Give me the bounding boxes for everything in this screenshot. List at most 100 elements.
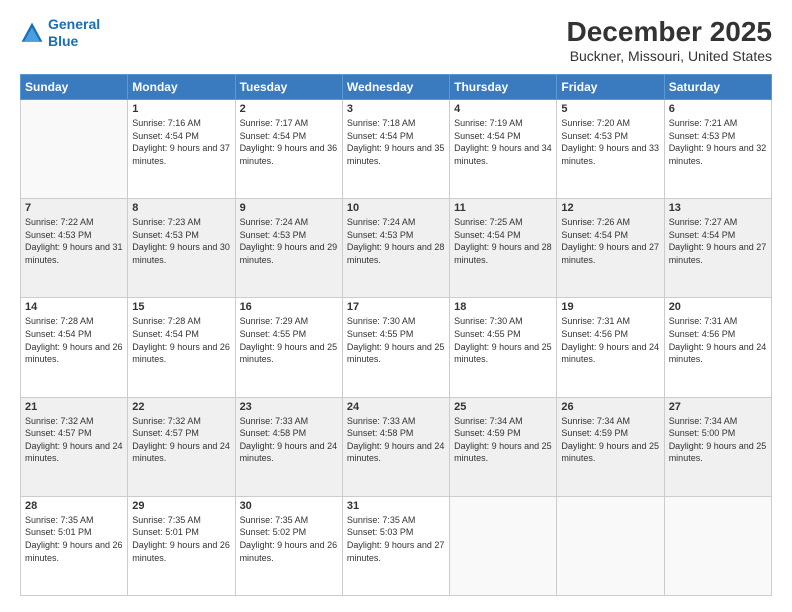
day-info: Sunrise: 7:34 AMSunset: 5:00 PMDaylight:…: [669, 415, 767, 465]
table-row: 11Sunrise: 7:25 AMSunset: 4:54 PMDayligh…: [450, 199, 557, 298]
day-number: 19: [561, 301, 659, 313]
day-info: Sunrise: 7:20 AMSunset: 4:53 PMDaylight:…: [561, 117, 659, 167]
table-row: 13 Sunrise: 7:27 AMSunset: 4:54 PMDayligh…: [664, 199, 771, 298]
table-row: 5 Sunrise: 7:20 AMSunset: 4:53 PMDaylight…: [557, 100, 664, 199]
day-number: 29: [132, 500, 230, 512]
day-number: 17: [347, 301, 445, 313]
day-info: Sunrise: 7:32 AMSunset: 4:57 PMDaylight:…: [25, 415, 123, 465]
table-row: 17 Sunrise: 7:30 AMSunset: 4:55 PMDayligh…: [342, 298, 449, 397]
day-info: Sunrise: 7:31 AMSunset: 4:56 PMDaylight:…: [561, 315, 659, 365]
day-info: Sunrise: 7:28 AMSunset: 4:54 PMDaylight:…: [25, 315, 123, 365]
day-number: 3: [347, 103, 445, 115]
page: General Blue December 2025 Buckner, Miss…: [0, 0, 792, 612]
col-friday: Friday: [557, 75, 664, 100]
table-row: 23 Sunrise: 7:33 AMSunset: 4:58 PMDayligh…: [235, 397, 342, 496]
day-info: Sunrise: 7:34 AMSunset: 4:59 PMDaylight:…: [561, 415, 659, 465]
col-thursday: Thursday: [450, 75, 557, 100]
day-number: 9: [240, 202, 338, 214]
calendar-table: Sunday Monday Tuesday Wednesday Thursday…: [20, 74, 772, 596]
col-sunday: Sunday: [21, 75, 128, 100]
table-row: 27 Sunrise: 7:34 AMSunset: 5:00 PMDayligh…: [664, 397, 771, 496]
location: Buckner, Missouri, United States: [567, 48, 772, 64]
logo-line2: Blue: [48, 33, 78, 49]
day-info: Sunrise: 7:21 AMSunset: 4:53 PMDaylight:…: [669, 117, 767, 167]
day-number: 26: [561, 401, 659, 413]
logo-icon: [20, 21, 44, 45]
col-wednesday: Wednesday: [342, 75, 449, 100]
day-info: Sunrise: 7:35 AMSunset: 5:02 PMDaylight:…: [240, 514, 338, 564]
day-number: 24: [347, 401, 445, 413]
day-info: Sunrise: 7:29 AMSunset: 4:55 PMDaylight:…: [240, 315, 338, 365]
table-row: 15Sunrise: 7:28 AMSunset: 4:54 PMDayligh…: [128, 298, 235, 397]
calendar-week-row: 28 Sunrise: 7:35 AMSunset: 5:01 PMDayligh…: [21, 496, 772, 595]
table-row: 19 Sunrise: 7:31 AMSunset: 4:56 PMDayligh…: [557, 298, 664, 397]
table-row: 8Sunrise: 7:23 AMSunset: 4:53 PMDaylight…: [128, 199, 235, 298]
day-number: 18: [454, 301, 552, 313]
day-number: 10: [347, 202, 445, 214]
day-info: Sunrise: 7:34 AMSunset: 4:59 PMDaylight:…: [454, 415, 552, 465]
table-row: 28Sunrise: 7:35 AMSunset: 5:01 PMDayligh…: [21, 496, 128, 595]
day-info: Sunrise: 7:24 AMSunset: 4:53 PMDaylight:…: [347, 216, 445, 266]
day-info: Sunrise: 7:24 AMSunset: 4:53 PMDaylight:…: [240, 216, 338, 266]
day-info: Sunrise: 7:17 AMSunset: 4:54 PMDaylight:…: [240, 117, 338, 167]
table-row: 3 Sunrise: 7:18 AMSunset: 4:54 PMDaylight…: [342, 100, 449, 199]
day-number: 16: [240, 301, 338, 313]
day-info: Sunrise: 7:19 AMSunset: 4:54 PMDaylight:…: [454, 117, 552, 167]
day-number: 27: [669, 401, 767, 413]
day-number: 13: [669, 202, 767, 214]
calendar-week-row: 1Sunrise: 7:16 AMSunset: 4:54 PMDaylight…: [21, 100, 772, 199]
day-number: 20: [669, 301, 767, 313]
table-row: 9 Sunrise: 7:24 AMSunset: 4:53 PMDaylight…: [235, 199, 342, 298]
day-info: Sunrise: 7:18 AMSunset: 4:54 PMDaylight:…: [347, 117, 445, 167]
day-number: 31: [347, 500, 445, 512]
table-row: 10 Sunrise: 7:24 AMSunset: 4:53 PMDayligh…: [342, 199, 449, 298]
col-saturday: Saturday: [664, 75, 771, 100]
month-title: December 2025: [567, 16, 772, 48]
day-info: Sunrise: 7:16 AMSunset: 4:54 PMDaylight:…: [132, 117, 230, 167]
day-number: 15: [132, 301, 230, 313]
day-info: Sunrise: 7:30 AMSunset: 4:55 PMDaylight:…: [454, 315, 552, 365]
table-row: 25 Sunrise: 7:34 AMSunset: 4:59 PMDayligh…: [450, 397, 557, 496]
day-info: Sunrise: 7:30 AMSunset: 4:55 PMDaylight:…: [347, 315, 445, 365]
day-number: 14: [25, 301, 123, 313]
day-info: Sunrise: 7:33 AMSunset: 4:58 PMDaylight:…: [240, 415, 338, 465]
day-info: Sunrise: 7:33 AMSunset: 4:58 PMDaylight:…: [347, 415, 445, 465]
day-info: Sunrise: 7:23 AMSunset: 4:53 PMDaylight:…: [132, 216, 230, 266]
table-row: 1Sunrise: 7:16 AMSunset: 4:54 PMDaylight…: [128, 100, 235, 199]
table-row: 26 Sunrise: 7:34 AMSunset: 4:59 PMDayligh…: [557, 397, 664, 496]
table-row: 24 Sunrise: 7:33 AMSunset: 4:58 PMDayligh…: [342, 397, 449, 496]
logo: General Blue: [20, 16, 100, 50]
day-info: Sunrise: 7:35 AMSunset: 5:03 PMDaylight:…: [347, 514, 445, 564]
logo-text: General Blue: [48, 16, 100, 50]
day-number: 12: [561, 202, 659, 214]
logo-line1: General: [48, 16, 100, 32]
day-number: 23: [240, 401, 338, 413]
table-row: [557, 496, 664, 595]
table-row: 7Sunrise: 7:22 AMSunset: 4:53 PMDaylight…: [21, 199, 128, 298]
day-info: Sunrise: 7:27 AMSunset: 4:54 PMDaylight:…: [669, 216, 767, 266]
day-number: 7: [25, 202, 123, 214]
table-row: 14 Sunrise: 7:28 AMSunset: 4:54 PMDayligh…: [21, 298, 128, 397]
header: General Blue December 2025 Buckner, Miss…: [20, 16, 772, 64]
day-info: Sunrise: 7:26 AMSunset: 4:54 PMDaylight:…: [561, 216, 659, 266]
calendar-header-row: Sunday Monday Tuesday Wednesday Thursday…: [21, 75, 772, 100]
table-row: 2Sunrise: 7:17 AMSunset: 4:54 PMDaylight…: [235, 100, 342, 199]
table-row: 16 Sunrise: 7:29 AMSunset: 4:55 PMDayligh…: [235, 298, 342, 397]
day-number: 6: [669, 103, 767, 115]
day-number: 11: [454, 202, 552, 214]
table-row: 18 Sunrise: 7:30 AMSunset: 4:55 PMDayligh…: [450, 298, 557, 397]
day-number: 28: [25, 500, 123, 512]
calendar-week-row: 14 Sunrise: 7:28 AMSunset: 4:54 PMDayligh…: [21, 298, 772, 397]
day-info: Sunrise: 7:31 AMSunset: 4:56 PMDaylight:…: [669, 315, 767, 365]
day-number: 5: [561, 103, 659, 115]
day-number: 25: [454, 401, 552, 413]
calendar-week-row: 21Sunrise: 7:32 AMSunset: 4:57 PMDayligh…: [21, 397, 772, 496]
day-info: Sunrise: 7:35 AMSunset: 5:01 PMDaylight:…: [132, 514, 230, 564]
col-tuesday: Tuesday: [235, 75, 342, 100]
day-number: 4: [454, 103, 552, 115]
table-row: 29 Sunrise: 7:35 AMSunset: 5:01 PMDayligh…: [128, 496, 235, 595]
table-row: 30Sunrise: 7:35 AMSunset: 5:02 PMDayligh…: [235, 496, 342, 595]
table-row: [664, 496, 771, 595]
table-row: 6 Sunrise: 7:21 AMSunset: 4:53 PMDaylight…: [664, 100, 771, 199]
col-monday: Monday: [128, 75, 235, 100]
